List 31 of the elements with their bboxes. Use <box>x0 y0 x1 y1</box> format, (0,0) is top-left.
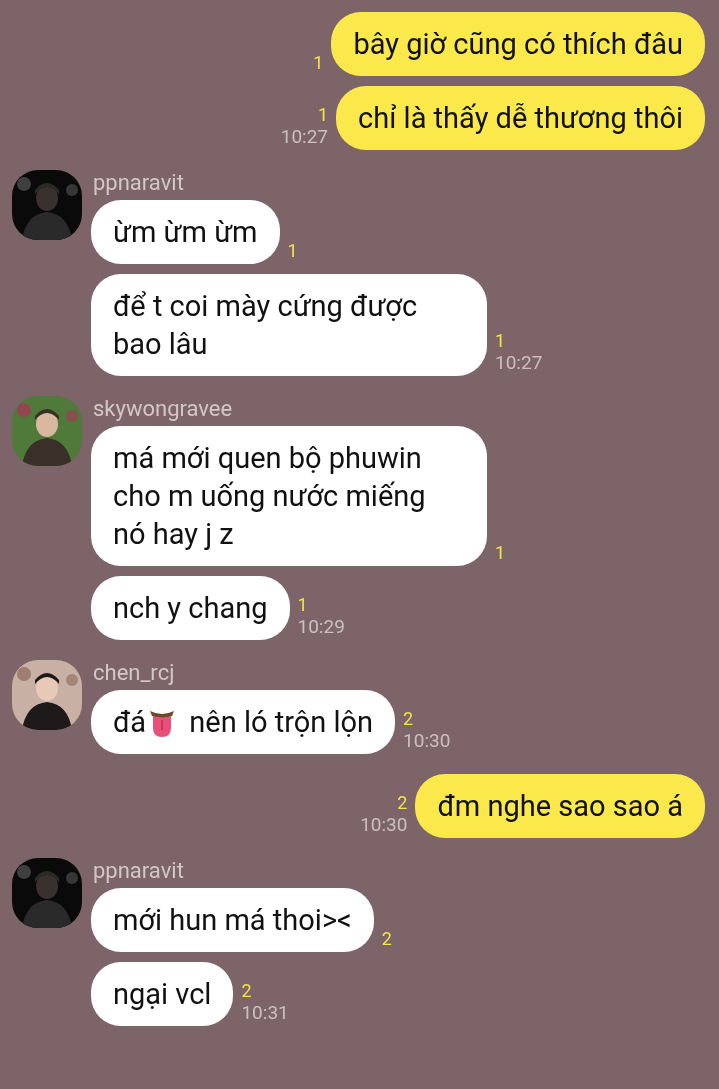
message-time: 10:30 <box>403 730 451 752</box>
sender-name: chen_rcj <box>92 660 176 686</box>
message-bubble: ừm ừm ừm <box>91 200 280 264</box>
message-time: 10:27 <box>495 352 543 374</box>
message-bubble: ngại vcl <box>91 962 234 1026</box>
sender-name: skywongravee <box>92 396 234 422</box>
read-count: 1 <box>317 104 329 126</box>
tongue-emoji-icon <box>148 708 177 738</box>
read-count: 1 <box>297 594 309 616</box>
read-count: 1 <box>495 330 507 352</box>
message-bubble: bây giờ cũng có thích đâu <box>331 12 705 76</box>
message-bubble: để t coi mày cứng được bao lâu <box>91 274 487 376</box>
message-bubble: chỉ là thấy dễ thương thôi <box>336 86 705 150</box>
message-time: 10:29 <box>297 616 345 638</box>
read-count: 2 <box>397 792 408 814</box>
sender-name: ppnaravit <box>92 858 185 884</box>
read-count: 2 <box>381 928 392 950</box>
message-time: 10:31 <box>241 1002 289 1024</box>
read-count: 1 <box>287 240 298 262</box>
read-count: 2 <box>241 980 253 1002</box>
read-count: 2 <box>403 708 415 730</box>
message-bubble: má mới quen bộ phuwin cho m uống nước miếng nó hay j z <box>91 426 487 566</box>
message-time: 10:27 <box>280 126 329 148</box>
sender-name: ppnaravit <box>92 170 185 196</box>
message-bubble: nch y chang <box>91 576 290 640</box>
message-bubble: mới hun má thoi>< <box>91 888 374 952</box>
message-bubble: đá nên ló trộn lộn <box>91 690 396 754</box>
read-count: 1 <box>495 542 506 564</box>
message-time: 10:30 <box>360 814 408 836</box>
read-count: 1 <box>313 52 324 74</box>
message-bubble: đm nghe sao sao á <box>415 774 705 838</box>
